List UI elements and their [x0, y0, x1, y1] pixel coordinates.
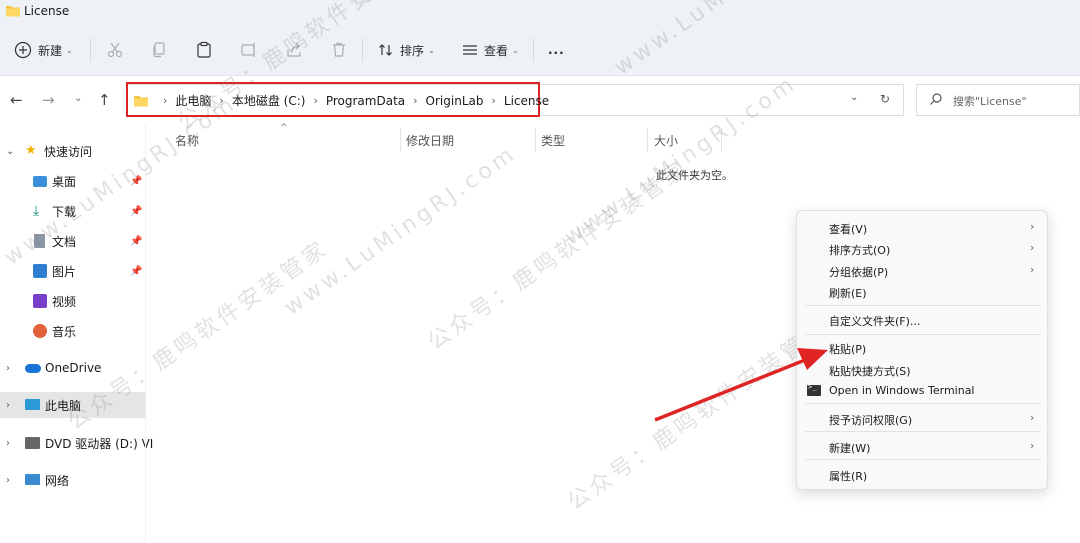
annotation-arrow — [654, 348, 828, 422]
